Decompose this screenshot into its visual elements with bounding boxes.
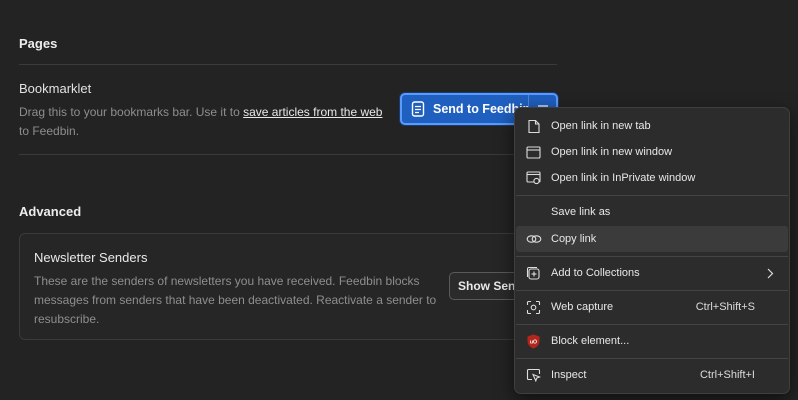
- new-tab-icon: [525, 118, 542, 135]
- menu-item-label: Web capture: [551, 301, 614, 313]
- newsletter-senders-description: These are the senders of newsletters you…: [34, 274, 437, 326]
- menu-item-open-inprivate[interactable]: Open link in InPrivate window: [516, 165, 788, 191]
- inprivate-icon: [525, 170, 542, 187]
- menu-item-label: Open link in new window: [551, 146, 673, 158]
- menu-item-block-element[interactable]: uO Block element...: [516, 328, 788, 354]
- ublock-icon: uO: [525, 333, 542, 350]
- menu-item-label: Open link in InPrivate window: [551, 172, 696, 184]
- document-icon: [411, 101, 425, 117]
- advanced-heading: Advanced: [19, 204, 82, 219]
- menu-item-shortcut: Ctrl+Shift+I: [699, 369, 755, 381]
- bookmarklet-desc-suffix: to Feedbin.: [19, 124, 80, 138]
- inspect-icon: [525, 367, 542, 384]
- menu-item-web-capture[interactable]: Web capture Ctrl+Shift+S: [516, 294, 788, 320]
- menu-item-open-new-window[interactable]: Open link in new window: [516, 139, 788, 165]
- menu-item-add-to-collections[interactable]: Add to Collections: [516, 260, 788, 286]
- menu-item-label: Save link as: [551, 206, 611, 218]
- bookmarklet-description: Drag this to your bookmarks bar. Use it …: [19, 103, 389, 141]
- pages-heading: Pages: [19, 36, 58, 51]
- menu-item-shortcut: Ctrl+Shift+S: [695, 301, 755, 313]
- pages-divider: [19, 64, 557, 65]
- menu-item-label: Copy link: [551, 233, 597, 245]
- menu-separator: [516, 290, 788, 291]
- svg-text:uO: uO: [530, 339, 537, 345]
- menu-separator: [516, 324, 788, 325]
- bookmarklet-title: Bookmarklet: [19, 81, 92, 96]
- bookmarklet-divider: [19, 154, 557, 155]
- menu-separator: [516, 195, 788, 196]
- newsletter-senders-title: Newsletter Senders: [34, 250, 148, 265]
- context-menu: Open link in new tab Open link in new wi…: [514, 107, 790, 394]
- bookmarklet-desc-prefix: Drag this to your bookmarks bar. Use it …: [19, 105, 244, 119]
- menu-item-copy-link[interactable]: Copy link: [516, 226, 788, 252]
- menu-separator: [516, 358, 788, 359]
- capture-icon: [525, 299, 542, 316]
- chevron-right-icon: [767, 268, 774, 279]
- save-articles-link[interactable]: save articles from the web: [243, 105, 382, 119]
- menu-separator: [516, 256, 788, 257]
- menu-item-inspect[interactable]: Inspect Ctrl+Shift+I: [516, 362, 788, 388]
- menu-item-open-new-tab[interactable]: Open link in new tab: [516, 113, 788, 139]
- collections-icon: [525, 265, 542, 282]
- link-icon: [525, 231, 542, 248]
- menu-item-label: Open link in new tab: [551, 120, 651, 132]
- menu-item-label: Inspect: [551, 369, 587, 381]
- menu-item-save-link-as[interactable]: Save link as: [516, 199, 788, 225]
- menu-item-label: Add to Collections: [551, 267, 640, 279]
- menu-item-label: Block element...: [551, 335, 630, 347]
- newsletter-senders-card: Newsletter Senders These are the senders…: [19, 233, 579, 340]
- new-window-icon: [525, 144, 542, 161]
